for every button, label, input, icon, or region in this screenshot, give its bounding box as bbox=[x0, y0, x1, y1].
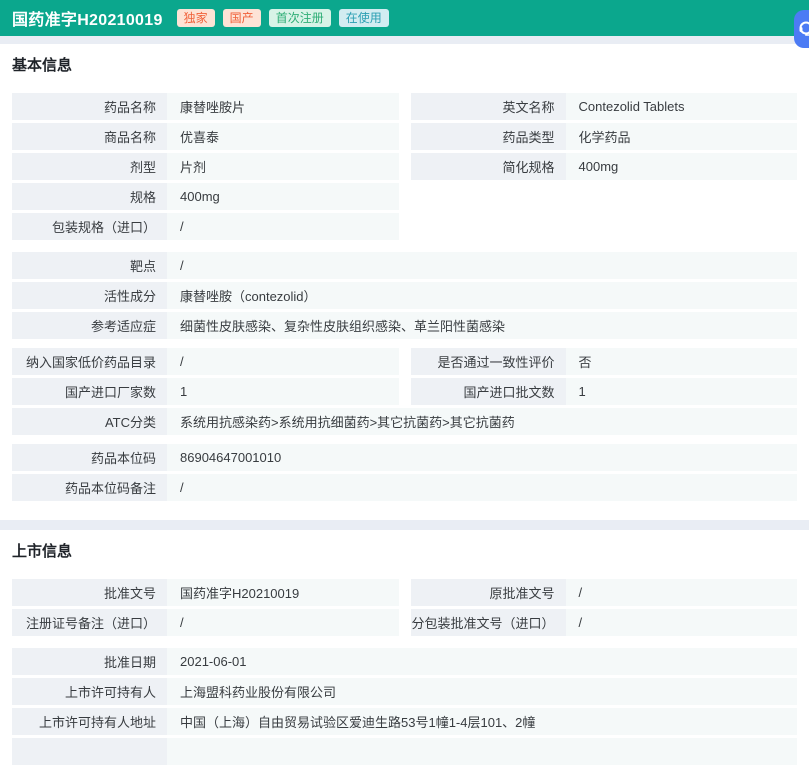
info-row: 原批准文号/ bbox=[411, 579, 798, 606]
field-value: 400mg bbox=[566, 153, 798, 180]
field-label: 上市许可持有人地址 bbox=[12, 708, 167, 735]
info-row: 注册证号备注（进口）/ bbox=[12, 609, 399, 636]
field-value: / bbox=[167, 609, 399, 636]
field-label: 简化规格 bbox=[411, 153, 566, 180]
info-row: 简化规格400mg bbox=[411, 153, 798, 180]
header-badges: 独家国产首次注册在使用 bbox=[177, 9, 389, 27]
section-title: 基本信息 bbox=[12, 56, 797, 73]
field-value: / bbox=[566, 609, 798, 636]
field-label: ATC分类 bbox=[12, 408, 167, 435]
info-row: 包装规格（进口）/ bbox=[12, 213, 399, 240]
field-value: 优喜泰 bbox=[167, 123, 399, 150]
field-value: 否 bbox=[566, 348, 798, 375]
field-label: 活性成分 bbox=[12, 282, 167, 309]
info-row: 国产进口厂家数1 bbox=[12, 378, 399, 405]
info-row: 上市许可持有人地址中国（上海）自由贸易试验区爱迪生路53号1幢1-4层101、2… bbox=[12, 708, 797, 735]
field-value: 上海盟科药业股份有限公司 bbox=[167, 678, 797, 705]
field-value: 化学药品 bbox=[566, 123, 798, 150]
row-group: 批准文号国药准字H20210019注册证号备注（进口）/原批准文号/分包装批准文… bbox=[12, 579, 797, 639]
field-label: 规格 bbox=[12, 183, 167, 210]
field-value: 康替唑胺片 bbox=[167, 93, 399, 120]
info-row: 药品类型化学药品 bbox=[411, 123, 798, 150]
drug-approval-header: 国药准字H20210019 独家国产首次注册在使用 bbox=[0, 0, 809, 36]
approval-number-title: 国药准字H20210019 bbox=[12, 6, 163, 30]
field-label: 批准文号 bbox=[12, 579, 167, 606]
section-title: 上市信息 bbox=[12, 542, 797, 559]
field-value: 细菌性皮肤感染、复杂性皮肤组织感染、革兰阳性菌感染 bbox=[167, 312, 797, 339]
info-row bbox=[12, 738, 797, 765]
info-row: 剂型片剂 bbox=[12, 153, 399, 180]
info-row: 药品名称康替唑胺片 bbox=[12, 93, 399, 120]
field-value: 1 bbox=[167, 378, 399, 405]
section-card: 上市信息批准文号国药准字H20210019注册证号备注（进口）/原批准文号/分包… bbox=[0, 530, 809, 784]
floating-action-button[interactable] bbox=[794, 10, 809, 48]
field-label: 参考适应症 bbox=[12, 312, 167, 339]
info-row: 英文名称Contezolid Tablets bbox=[411, 93, 798, 120]
field-label: 药品名称 bbox=[12, 93, 167, 120]
info-row: 是否通过一致性评价否 bbox=[411, 348, 798, 375]
field-value: / bbox=[566, 579, 798, 606]
field-value: 康替唑胺（contezolid） bbox=[167, 282, 797, 309]
field-label: 包装规格（进口） bbox=[12, 213, 167, 240]
field-label: 国产进口厂家数 bbox=[12, 378, 167, 405]
field-value: / bbox=[167, 252, 797, 279]
info-row: 批准文号国药准字H20210019 bbox=[12, 579, 399, 606]
field-label: 分包装批准文号（进口） bbox=[411, 609, 566, 636]
row-group: 药品名称康替唑胺片商品名称优喜泰剂型片剂规格400mg包装规格（进口）/英文名称… bbox=[12, 93, 797, 243]
info-row: 批准日期2021-06-01 bbox=[12, 648, 797, 675]
content: 基本信息药品名称康替唑胺片商品名称优喜泰剂型片剂规格400mg包装规格（进口）/… bbox=[0, 44, 809, 784]
field-value: / bbox=[167, 348, 399, 375]
field-value: 400mg bbox=[167, 183, 399, 210]
info-row: 活性成分康替唑胺（contezolid） bbox=[12, 282, 797, 309]
field-label: 注册证号备注（进口） bbox=[12, 609, 167, 636]
info-row: 纳入国家低价药品目录/ bbox=[12, 348, 399, 375]
field-value: 国药准字H20210019 bbox=[167, 579, 399, 606]
field-value: 2021-06-01 bbox=[167, 648, 797, 675]
info-row: ATC分类系统用抗感染药>系统用抗细菌药>其它抗菌药>其它抗菌药 bbox=[12, 408, 797, 435]
field-value: 86904647001010 bbox=[167, 444, 797, 471]
field-label: 国产进口批文数 bbox=[411, 378, 566, 405]
field-value: 中国（上海）自由贸易试验区爱迪生路53号1幢1-4层101、2幢 bbox=[167, 708, 797, 735]
field-label: 是否通过一致性评价 bbox=[411, 348, 566, 375]
field-value: 系统用抗感染药>系统用抗细菌药>其它抗菌药>其它抗菌药 bbox=[167, 408, 797, 435]
field-value: Contezolid Tablets bbox=[566, 93, 798, 120]
row-group: 纳入国家低价药品目录/国产进口厂家数1是否通过一致性评价否国产进口批文数1ATC… bbox=[12, 348, 797, 435]
field-label: 纳入国家低价药品目录 bbox=[12, 348, 167, 375]
field-value: / bbox=[167, 474, 797, 501]
field-label: 剂型 bbox=[12, 153, 167, 180]
row-group: 批准日期2021-06-01上市许可持有人上海盟科药业股份有限公司上市许可持有人… bbox=[12, 648, 797, 765]
field-label: 靶点 bbox=[12, 252, 167, 279]
field-value bbox=[167, 738, 797, 765]
field-label bbox=[12, 738, 167, 765]
customer-service-icon bbox=[797, 20, 809, 38]
status-badge: 独家 bbox=[177, 9, 215, 27]
field-label: 药品本位码备注 bbox=[12, 474, 167, 501]
info-row: 药品本位码86904647001010 bbox=[12, 444, 797, 471]
status-badge: 首次注册 bbox=[269, 9, 331, 27]
info-row: 国产进口批文数1 bbox=[411, 378, 798, 405]
field-label: 批准日期 bbox=[12, 648, 167, 675]
status-badge: 国产 bbox=[223, 9, 261, 27]
info-row: 规格400mg bbox=[12, 183, 399, 210]
field-label: 药品本位码 bbox=[12, 444, 167, 471]
field-label: 英文名称 bbox=[411, 93, 566, 120]
field-label: 原批准文号 bbox=[411, 579, 566, 606]
row-group: 靶点/活性成分康替唑胺（contezolid）参考适应症细菌性皮肤感染、复杂性皮… bbox=[12, 252, 797, 339]
field-label: 药品类型 bbox=[411, 123, 566, 150]
field-value: 片剂 bbox=[167, 153, 399, 180]
row-group: 药品本位码86904647001010药品本位码备注/ bbox=[12, 444, 797, 501]
info-row: 药品本位码备注/ bbox=[12, 474, 797, 501]
section-card: 基本信息药品名称康替唑胺片商品名称优喜泰剂型片剂规格400mg包装规格（进口）/… bbox=[0, 44, 809, 520]
info-row: 商品名称优喜泰 bbox=[12, 123, 399, 150]
info-row: 上市许可持有人上海盟科药业股份有限公司 bbox=[12, 678, 797, 705]
field-label: 商品名称 bbox=[12, 123, 167, 150]
field-label: 上市许可持有人 bbox=[12, 678, 167, 705]
info-row: 参考适应症细菌性皮肤感染、复杂性皮肤组织感染、革兰阳性菌感染 bbox=[12, 312, 797, 339]
field-value: / bbox=[167, 213, 399, 240]
status-badge: 在使用 bbox=[339, 9, 389, 27]
info-row: 靶点/ bbox=[12, 252, 797, 279]
field-value: 1 bbox=[566, 378, 798, 405]
info-row: 分包装批准文号（进口）/ bbox=[411, 609, 798, 636]
